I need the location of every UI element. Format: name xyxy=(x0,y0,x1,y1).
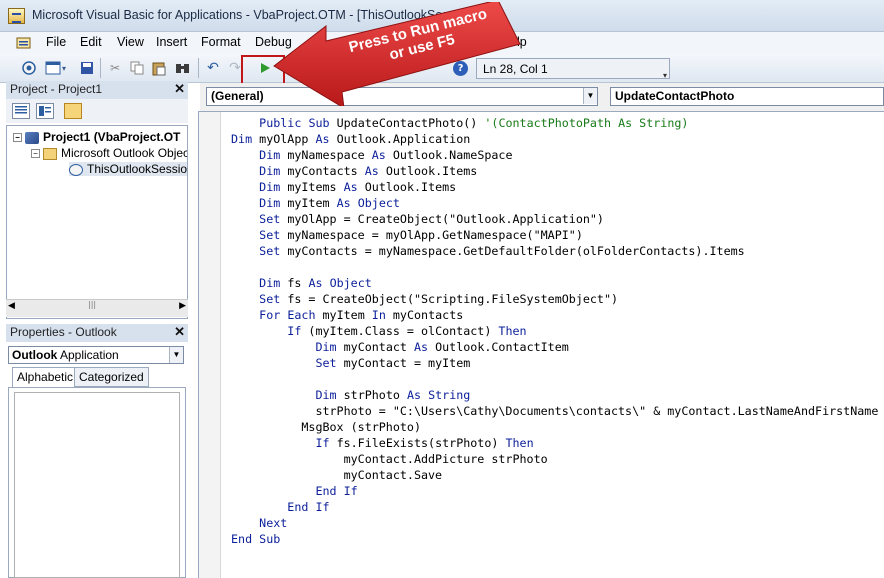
properties-panel-title-text: Properties - Outlook xyxy=(10,325,117,339)
tree-item-project1[interactable]: − Project1 (VbaProject.OT xyxy=(13,130,180,144)
tree-item-thisoutlooksession[interactable]: ThisOutlookSession xyxy=(69,162,188,176)
code-line[interactable]: Next xyxy=(231,515,884,531)
project-panel-title-text: Project - Project1 xyxy=(10,82,103,96)
tree-item-project1-label: Project1 (VbaProject.OT xyxy=(43,130,181,144)
toggle-folders-icon[interactable] xyxy=(64,103,82,119)
tree-item-outlook-objects[interactable]: − Microsoft Outlook Object xyxy=(31,146,188,160)
tree-item-thisoutlooksession-label: ThisOutlookSession xyxy=(87,162,188,176)
code-margin xyxy=(199,112,221,578)
vba-app-icon xyxy=(8,8,25,24)
menu-format[interactable]: Format xyxy=(199,35,243,49)
properties-object-select[interactable]: Outlook Application ▼ xyxy=(8,346,184,364)
procedure-combo-value: UpdateContactPhoto xyxy=(615,89,735,103)
code-line[interactable]: myContact.Save xyxy=(231,467,884,483)
project-panel-title: Project - Project1 ✕ xyxy=(6,81,188,99)
scroll-left-icon[interactable]: ◀ xyxy=(8,301,15,311)
properties-panel-title: Properties - Outlook ✕ xyxy=(6,324,188,342)
tab-alphabetic[interactable]: Alphabetic xyxy=(12,367,79,387)
project-horizontal-scrollbar[interactable]: ◀ ||| ▶ xyxy=(6,299,188,317)
folder-icon xyxy=(43,147,57,160)
chevron-down-icon[interactable]: ▼ xyxy=(583,88,597,104)
code-line[interactable]: strPhoto = "C:\Users\Cathy\Documents\con… xyxy=(231,403,884,419)
code-line[interactable]: Dim strPhoto As String xyxy=(231,387,884,403)
view-outlook-icon[interactable] xyxy=(20,59,38,77)
copy-icon[interactable] xyxy=(128,59,146,77)
code-line[interactable]: myContact.AddPicture strPhoto xyxy=(231,451,884,467)
code-line[interactable]: Set fs = CreateObject("Scripting.FileSys… xyxy=(231,291,884,307)
code-line[interactable]: End If xyxy=(231,499,884,515)
properties-grid xyxy=(8,387,186,578)
code-line[interactable]: Set myContact = myItem xyxy=(231,355,884,371)
code-line[interactable]: Set myContacts = myNamespace.GetDefaultF… xyxy=(231,243,884,259)
close-icon[interactable]: ✕ xyxy=(174,324,185,340)
project-toolbar xyxy=(6,99,188,123)
code-text[interactable]: Public Sub UpdateContactPhoto() '(Contac… xyxy=(231,115,884,563)
save-icon[interactable] xyxy=(78,59,96,77)
properties-object-name: Outlook xyxy=(12,348,58,362)
code-line[interactable]: MsgBox (strPhoto) xyxy=(231,419,884,435)
code-line[interactable]: If fs.FileExists(strPhoto) Then xyxy=(231,435,884,451)
code-line[interactable]: Dim myContacts As Outlook.Items xyxy=(231,163,884,179)
scroll-right-icon[interactable]: ▶ xyxy=(179,301,186,311)
toolbar-separator xyxy=(100,58,101,78)
code-line[interactable]: Set myNamespace = myOlApp.GetNamespace("… xyxy=(231,227,884,243)
menu-file[interactable]: File xyxy=(44,35,68,49)
collapse-icon[interactable]: − xyxy=(13,133,22,143)
view-object-icon[interactable] xyxy=(36,103,54,119)
properties-list xyxy=(14,392,180,578)
find-icon[interactable] xyxy=(174,59,192,77)
code-line[interactable]: Dim myNamespace As Outlook.NameSpace xyxy=(231,147,884,163)
cut-icon[interactable]: ✂ xyxy=(106,59,124,77)
code-line[interactable]: For Each myItem In myContacts xyxy=(231,307,884,323)
project-tree: − Project1 (VbaProject.OT − Microsoft Outl… xyxy=(6,125,188,319)
tree-item-outlook-objects-label: Microsoft Outlook Object xyxy=(61,146,188,160)
code-line[interactable]: Dim fs As Object xyxy=(231,275,884,291)
code-line[interactable]: Dim myContact As Outlook.ContactItem xyxy=(231,339,884,355)
code-line[interactable]: Dim myItems As Outlook.Items xyxy=(231,179,884,195)
outlook-session-icon xyxy=(69,163,83,176)
code-line[interactable] xyxy=(231,547,884,563)
code-line[interactable]: End If xyxy=(231,483,884,499)
procedure-combo[interactable]: UpdateContactPhoto xyxy=(610,87,884,106)
code-line[interactable]: End Sub xyxy=(231,531,884,547)
collapse-icon[interactable]: − xyxy=(31,149,40,159)
object-combo-value: (General) xyxy=(211,89,264,103)
code-line[interactable] xyxy=(231,259,884,275)
view-code-icon[interactable] xyxy=(12,103,30,119)
chevron-down-icon[interactable]: ▼ xyxy=(169,347,183,363)
vba-project-icon xyxy=(25,131,39,144)
menu-view[interactable]: View xyxy=(115,35,146,49)
menu-edit[interactable]: Edit xyxy=(78,35,104,49)
scroll-thumb-grip[interactable]: ||| xyxy=(88,300,102,316)
toolbar-separator xyxy=(198,58,199,78)
code-line[interactable]: Public Sub UpdateContactPhoto() '(Contac… xyxy=(231,115,884,131)
tab-categorized[interactable]: Categorized xyxy=(74,367,149,387)
code-line[interactable]: Set myOlApp = CreateObject("Outlook.Appl… xyxy=(231,211,884,227)
undo-icon[interactable]: ↶ xyxy=(204,59,222,77)
code-line[interactable] xyxy=(231,371,884,387)
code-editor[interactable]: Public Sub UpdateContactPhoto() '(Contac… xyxy=(198,111,884,578)
paste-icon[interactable] xyxy=(150,59,168,77)
code-line[interactable]: If (myItem.Class = olContact) Then xyxy=(231,323,884,339)
insert-dropdown-icon[interactable]: ▾ xyxy=(60,59,68,77)
close-icon[interactable]: ✕ xyxy=(174,81,185,97)
menu-insert[interactable]: Insert xyxy=(154,35,189,49)
properties-object-type: Application xyxy=(60,348,119,362)
toolbar-options-icon[interactable]: ▾ xyxy=(660,70,670,80)
code-line[interactable]: Dim myOlApp As Outlook.Application xyxy=(231,131,884,147)
code-line[interactable]: Dim myItem As Object xyxy=(231,195,884,211)
vba-menu-icon[interactable] xyxy=(16,36,32,50)
